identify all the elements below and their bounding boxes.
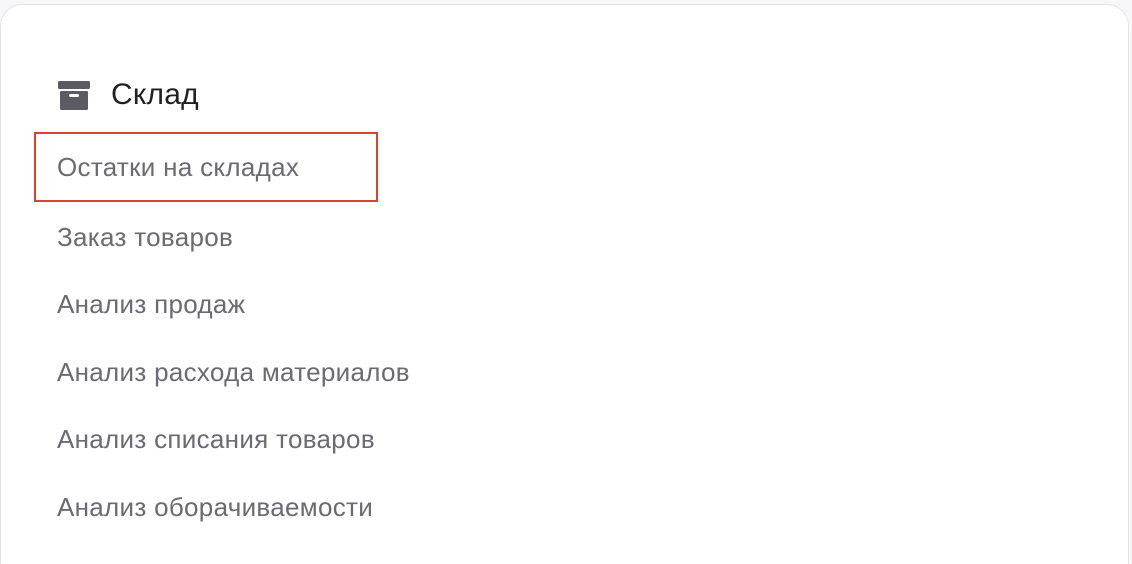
menu-item-sales-analysis[interactable]: Анализ продаж xyxy=(57,286,245,322)
warehouse-menu: Остатки на складах Заказ товаров Анализ … xyxy=(1,5,1128,564)
menu-item-turnover-analysis[interactable]: Анализ оборачиваемости xyxy=(57,489,373,525)
page: Склад Остатки на складах Заказ товаров А… xyxy=(0,0,1132,564)
menu-item-goods-order[interactable]: Заказ товаров xyxy=(57,219,233,255)
warehouse-menu-card: Склад Остатки на складах Заказ товаров А… xyxy=(0,4,1129,564)
menu-item-stock-balances[interactable]: Остатки на складах xyxy=(34,132,378,202)
menu-item-material-consumption-analysis[interactable]: Анализ расхода материалов xyxy=(57,354,410,390)
menu-item-writeoff-analysis[interactable]: Анализ списания товаров xyxy=(57,421,375,457)
